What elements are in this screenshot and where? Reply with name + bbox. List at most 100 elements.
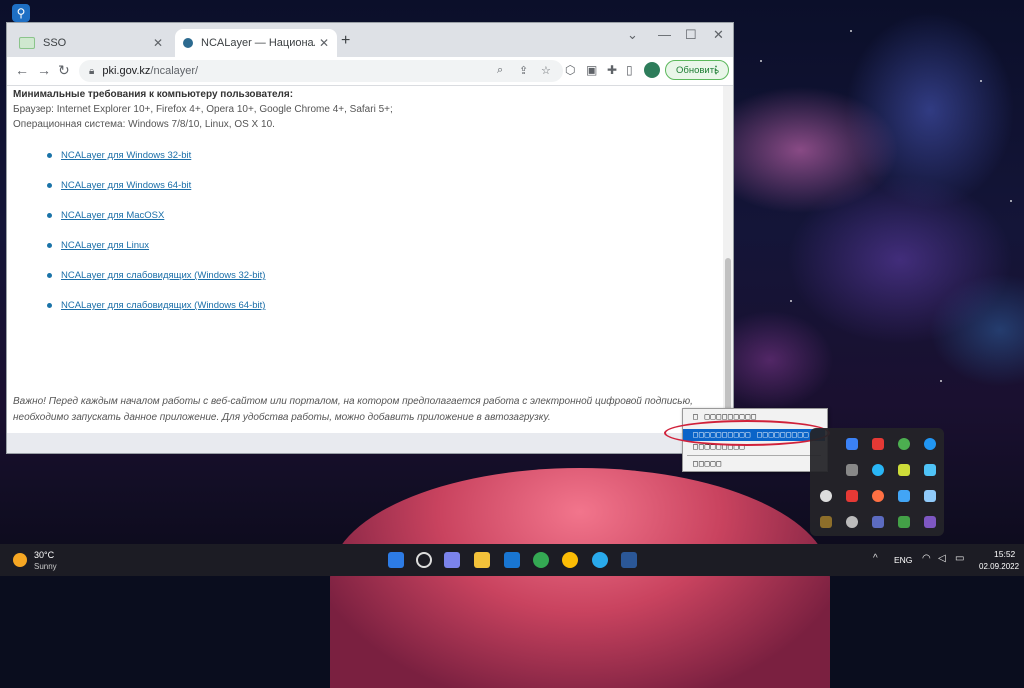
share-icon[interactable]: ⇪ (519, 64, 528, 77)
new-tab-button[interactable]: + (341, 32, 350, 50)
download-link-accessible-32[interactable]: NCALayer для слабовидящих (Windows 32-bi… (61, 270, 265, 281)
lock-icon[interactable]: 🔒︎ (89, 66, 94, 77)
teams-icon[interactable] (924, 516, 936, 528)
download-link-macosx[interactable]: NCALayer для MacOSX (61, 210, 164, 221)
close-tab-icon[interactable]: ✕ (153, 36, 163, 50)
steam-icon[interactable] (924, 490, 936, 502)
sso-favicon-icon (19, 37, 35, 49)
mail-icon[interactable] (504, 552, 520, 568)
sun-icon[interactable] (13, 553, 27, 567)
clock-date[interactable]: 02.09.2022 (979, 562, 1019, 571)
list-item: NCALayer для Windows 64-bit (47, 180, 191, 191)
tray-app-icon[interactable] (872, 464, 884, 476)
tray-app-icon[interactable] (898, 490, 910, 502)
tab-title: SSO (43, 37, 67, 49)
tray-overflow-flyout (810, 428, 944, 536)
search-icon[interactable]: ⌕ (497, 64, 503, 77)
telegram-icon[interactable] (592, 552, 608, 568)
important-note: Важно! Перед каждым началом работы с веб… (13, 396, 693, 423)
bookmark-star-icon[interactable]: ☆ (541, 64, 551, 77)
download-link-win32[interactable]: NCALayer для Windows 32-bit (61, 150, 191, 161)
tab-sso[interactable]: SSO ✕ (11, 29, 171, 57)
download-link-win64[interactable]: NCALayer для Windows 64-bit (61, 180, 191, 191)
cube-extension-icon[interactable]: ⬡ (565, 63, 575, 77)
chrome-icon[interactable] (533, 552, 549, 568)
tray-app-icon[interactable] (898, 464, 910, 476)
tray-app-icon[interactable] (872, 438, 884, 450)
download-link-linux[interactable]: NCALayer для Linux (61, 240, 149, 251)
chevron-down-icon[interactable]: ⌄ (627, 27, 638, 43)
page-footer-strip (7, 433, 733, 453)
profile-avatar[interactable] (644, 62, 660, 78)
star (1010, 200, 1012, 202)
chat-icon[interactable] (444, 552, 460, 568)
page-content: Минимальные требования к компьютеру поль… (7, 86, 723, 434)
download-link-accessible-64[interactable]: NCALayer для слабовидящих (Windows 64-bi… (61, 300, 265, 311)
taskbar: 30°C Sunny ^ ENG ◠ ◁ ▭ 15:52 02.09.2022 (0, 544, 1024, 576)
menu-item[interactable]: □□□□□ (683, 458, 825, 470)
browser-requirements: Браузер: Internet Explorer 10+, Firefox … (13, 104, 393, 115)
list-item: NCALayer для MacOSX (47, 210, 164, 221)
wifi-icon[interactable]: ◠ (922, 553, 931, 564)
url-text: pki.gov.kz/ncalayer/ (102, 65, 199, 77)
tab-title: NCALayer — Национальный уд (201, 37, 315, 49)
word-icon[interactable] (621, 552, 637, 568)
wallpaper-planet (330, 468, 830, 688)
ncalayer-favicon-icon (183, 38, 193, 48)
minimize-button[interactable]: — (658, 27, 671, 42)
list-item: NCALayer для Windows 32-bit (47, 150, 191, 161)
puzzle-extensions-icon[interactable]: ✚ (607, 63, 617, 77)
address-bar[interactable]: 🔒︎ pki.gov.kz/ncalayer/ ⌕ ⇪ ☆ (79, 60, 563, 82)
update-button[interactable]: Обновить ⋮ (665, 60, 729, 80)
back-arrow-icon[interactable]: ← (15, 62, 29, 78)
star (760, 60, 762, 62)
tray-app-icon[interactable] (846, 490, 858, 502)
tray-app-icon[interactable] (820, 516, 832, 528)
maximize-button[interactable]: ☐ (685, 27, 697, 43)
volume-icon[interactable]: ◁ (938, 553, 946, 564)
tray-app-icon[interactable] (924, 438, 936, 450)
requirements-heading: Минимальные требования к компьютеру поль… (13, 89, 294, 100)
star (850, 30, 852, 32)
clock-time[interactable]: 15:52 (994, 549, 1015, 559)
vertical-scrollbar[interactable] (723, 86, 733, 434)
reload-icon[interactable]: ↻ (58, 62, 70, 79)
os-requirements: Операционная система: Windows 7/8/10, Li… (13, 119, 275, 130)
tray-app-icon[interactable] (872, 516, 884, 528)
forward-arrow-icon[interactable]: → (37, 62, 51, 78)
close-tab-icon[interactable]: ✕ (319, 36, 329, 50)
tray-app-icon[interactable] (846, 516, 858, 528)
tray-app-icon[interactable] (846, 464, 858, 476)
browser-window: SSO ✕ NCALayer — Национальный уд ✕ + ⌄ —… (6, 22, 734, 454)
start-button-icon[interactable] (388, 552, 404, 568)
search-icon[interactable] (416, 552, 432, 568)
weather-temperature[interactable]: 30°C (34, 550, 54, 560)
more-menu-icon: ⋮ (711, 64, 721, 76)
list-item: NCALayer для слабовидящих (Windows 64-bi… (47, 300, 265, 311)
file-explorer-icon[interactable] (474, 552, 490, 568)
tray-app-icon[interactable] (846, 438, 858, 450)
close-window-button[interactable]: ✕ (713, 27, 724, 43)
chrome-canary-icon[interactable] (562, 552, 578, 568)
chevron-up-icon[interactable]: ^ (873, 553, 878, 564)
side-panel-icon[interactable]: ▯ (626, 63, 633, 77)
extension-icon[interactable]: ▣ (586, 63, 597, 77)
browser-toolbar: ← → ↻ 🔒︎ pki.gov.kz/ncalayer/ ⌕ ⇪ ☆ ⬡ ▣ … (7, 57, 733, 86)
telegram-icon[interactable] (924, 464, 936, 476)
battery-icon[interactable]: ▭ (955, 553, 964, 564)
star (790, 300, 792, 302)
star (940, 380, 942, 382)
menu-separator (687, 455, 821, 456)
tray-app-icon[interactable] (820, 490, 832, 502)
tab-ncalayer[interactable]: NCALayer — Национальный уд ✕ (175, 29, 337, 57)
tray-app-icon[interactable] (872, 490, 884, 502)
google-drive-icon[interactable] (898, 516, 910, 528)
list-item: NCALayer для Linux (47, 240, 149, 251)
list-item: NCALayer для слабовидящих (Windows 32-bi… (47, 270, 265, 281)
language-indicator[interactable]: ENG (894, 555, 912, 565)
tab-strip: SSO ✕ NCALayer — Национальный уд ✕ + ⌄ —… (7, 23, 733, 57)
desktop-shortcut-icon[interactable]: ⚲ (12, 4, 30, 22)
weather-condition[interactable]: Sunny (34, 562, 57, 571)
highlight-annotation-oval (664, 420, 830, 446)
chrome-icon[interactable] (898, 438, 910, 450)
